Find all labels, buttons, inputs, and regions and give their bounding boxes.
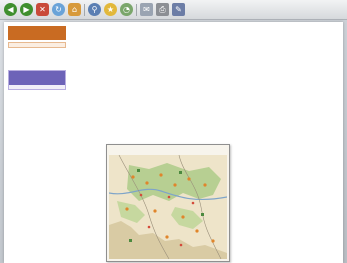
right-arrow-icon: ▶ [23,4,30,14]
map-marker [153,209,157,213]
map-marker [131,175,135,179]
map-marker [139,193,143,197]
map-marker [191,201,195,205]
printer-icon: ⎙ [159,4,166,14]
mail-icon: ✉ [143,4,150,14]
history-icon: ◔ [123,4,130,14]
sidebar [8,26,66,226]
map-marker [203,183,207,187]
map-marker [211,239,215,243]
map-title [107,145,229,147]
map-image [109,155,227,259]
map-marker [179,243,183,247]
map-marker [181,215,185,219]
map-figure [106,144,230,262]
sidebar-section-header [9,71,65,85]
browser-toolbar: ◀ ▶ ✕ ↻ ⌂ ⚲ ★ ◔ ✉ ⎙ ✎ [0,0,347,20]
back-button[interactable]: ◀ [4,3,17,16]
web-page [4,22,343,263]
map-marker [195,229,199,233]
favorites-button[interactable]: ★ [104,3,117,16]
map-marker [147,225,151,229]
search-icon: ⚲ [91,4,98,14]
mail-button[interactable]: ✉ [140,3,153,16]
map-marker [201,213,204,216]
sidebar-menu-header [8,26,66,40]
map-marker [165,235,169,239]
map-marker [187,177,191,181]
edit-icon: ✎ [175,4,182,14]
main-content [82,25,337,28]
refresh-icon: ↻ [55,4,62,14]
refresh-button[interactable]: ↻ [52,3,65,16]
map-marker [159,173,163,177]
stop-button[interactable]: ✕ [36,3,49,16]
left-arrow-icon: ◀ [7,4,14,14]
map-marker [173,183,177,187]
home-button[interactable]: ⌂ [68,3,81,16]
search-button[interactable]: ⚲ [88,3,101,16]
forward-button[interactable]: ▶ [20,3,33,16]
map-marker [179,171,182,174]
map-marker [125,207,129,211]
star-icon: ★ [106,4,115,14]
map-marker [167,195,171,199]
toolbar-separator [136,3,137,16]
toolbar-separator [84,3,85,16]
stop-icon: ✕ [39,4,46,14]
sidebar-menu [8,42,66,48]
edit-button[interactable]: ✎ [172,3,185,16]
home-icon: ⌂ [71,4,78,14]
sidebar-section [8,70,66,90]
history-button[interactable]: ◔ [120,3,133,16]
map-marker [145,181,149,185]
print-button[interactable]: ⎙ [156,3,169,16]
map-marker [137,169,140,172]
map-marker [129,239,132,242]
